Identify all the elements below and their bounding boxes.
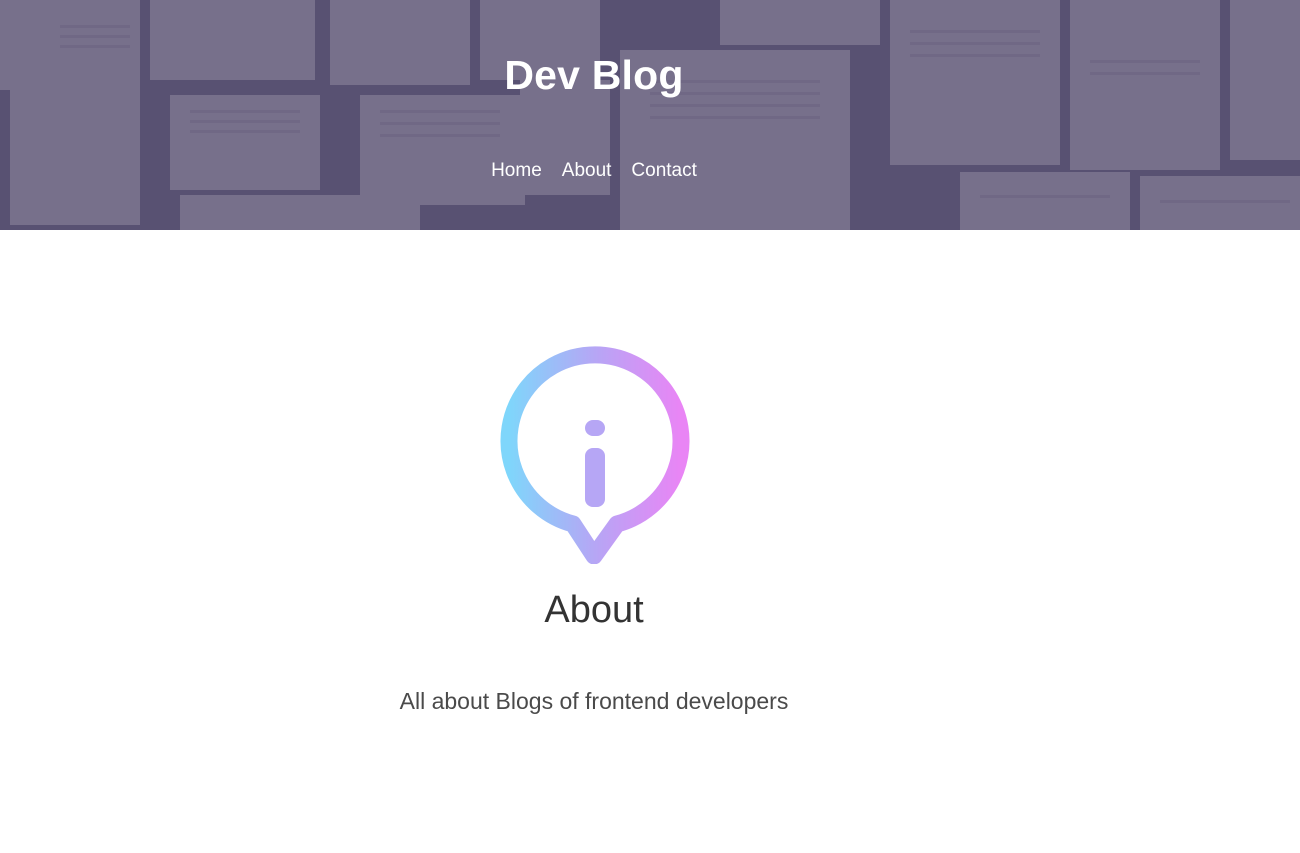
about-section: About All about Blogs of frontend develo… <box>0 230 1300 853</box>
page-heading: About <box>544 589 644 631</box>
main-nav: Home About Contact <box>0 158 1188 184</box>
nav-home-link[interactable]: Home <box>491 158 542 184</box>
nav-about-link[interactable]: About <box>562 158 612 184</box>
site-title[interactable]: Dev Blog <box>0 50 1188 100</box>
info-bubble-icon <box>500 346 690 564</box>
hero-header: Dev Blog Home About Contact <box>0 0 1300 230</box>
nav-contact-link[interactable]: Contact <box>631 158 696 184</box>
hero-overlay <box>0 0 1300 230</box>
about-description: All about Blogs of frontend developers <box>399 688 789 714</box>
